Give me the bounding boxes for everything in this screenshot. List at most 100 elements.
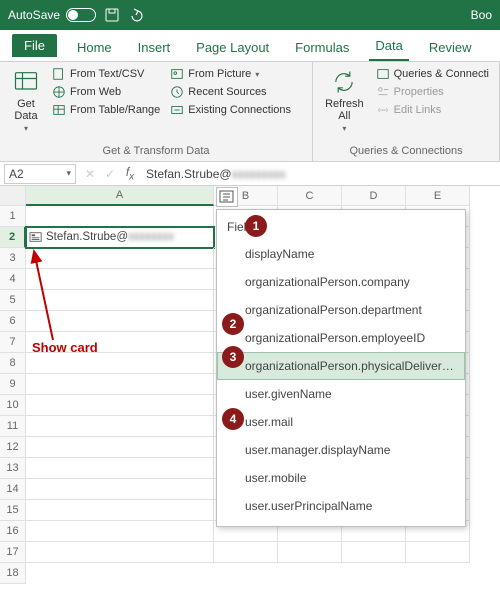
row-header[interactable]: 4 bbox=[0, 269, 26, 290]
insert-data-icon bbox=[219, 190, 235, 204]
autosave-toggle[interactable]: AutoSave bbox=[8, 8, 96, 22]
fx-icon[interactable]: fx bbox=[120, 165, 140, 182]
group-get-transform-label: Get & Transform Data bbox=[8, 143, 304, 157]
tab-insert[interactable]: Insert bbox=[132, 36, 177, 61]
cell[interactable] bbox=[26, 416, 214, 437]
properties-button: Properties bbox=[374, 84, 491, 100]
select-all-corner[interactable] bbox=[0, 186, 26, 206]
row-header[interactable]: 14 bbox=[0, 479, 26, 500]
cell[interactable] bbox=[26, 521, 214, 542]
doc-title-suffix: Boo bbox=[471, 8, 492, 22]
existing-connections-button[interactable]: Existing Connections bbox=[168, 102, 293, 118]
from-web-button[interactable]: From Web bbox=[50, 84, 162, 100]
row-header[interactable]: 18 bbox=[0, 563, 26, 584]
queries-connections-button[interactable]: Queries & Connecti bbox=[374, 66, 491, 82]
cell[interactable] bbox=[278, 542, 342, 563]
row-header[interactable]: 11 bbox=[0, 416, 26, 437]
tab-home[interactable]: Home bbox=[71, 36, 118, 61]
row-header[interactable]: 5 bbox=[0, 290, 26, 311]
dropdown-item[interactable]: displayName bbox=[217, 240, 465, 268]
toggle-off-icon bbox=[66, 8, 96, 22]
cell[interactable] bbox=[26, 395, 214, 416]
edit-links-button: Edit Links bbox=[374, 102, 491, 118]
get-data-label: Get Data bbox=[14, 98, 37, 122]
name-box[interactable]: A2 ▾ bbox=[4, 164, 76, 184]
save-icon[interactable] bbox=[104, 7, 120, 23]
dropdown-header: Field bbox=[217, 216, 465, 240]
row-header[interactable]: 8 bbox=[0, 353, 26, 374]
tab-formulas[interactable]: Formulas bbox=[289, 36, 355, 61]
dropdown-item[interactable]: organizationalPerson.employeeID bbox=[217, 324, 465, 352]
col-header[interactable]: E bbox=[406, 186, 470, 206]
formula-input[interactable]: Stefan.Strube@xxxxxxxxx bbox=[140, 167, 500, 181]
dropdown-item[interactable]: user.mail bbox=[217, 408, 465, 436]
cell[interactable] bbox=[342, 542, 406, 563]
tab-review[interactable]: Review bbox=[423, 36, 478, 61]
formula-bar: A2 ▾ ✕ ✓ fx Stefan.Strube@xxxxxxxxx bbox=[0, 162, 500, 186]
col-header[interactable]: A bbox=[26, 186, 214, 206]
row-header[interactable]: 15 bbox=[0, 500, 26, 521]
refresh-all-label: Refresh All bbox=[325, 98, 364, 122]
col-header[interactable]: D bbox=[342, 186, 406, 206]
data-card-icon bbox=[29, 231, 43, 243]
from-table-range-button[interactable]: From Table/Range bbox=[50, 102, 162, 118]
cell[interactable] bbox=[26, 311, 214, 332]
ribbon: Get Data ▾ From Text/CSV From Web From T… bbox=[0, 62, 500, 162]
ribbon-tabs: File Home Insert Page Layout Formulas Da… bbox=[0, 30, 500, 62]
row-header[interactable]: 6 bbox=[0, 311, 26, 332]
cell[interactable] bbox=[26, 542, 214, 563]
autosave-label: AutoSave bbox=[8, 8, 60, 22]
title-bar: AutoSave Boo bbox=[0, 0, 500, 30]
worksheet: 1 2 3 4 5 6 7 8 9 10 11 12 13 14 15 16 1… bbox=[0, 186, 500, 584]
cell[interactable] bbox=[26, 500, 214, 521]
tab-page-layout[interactable]: Page Layout bbox=[190, 36, 275, 61]
row-header[interactable]: 3 bbox=[0, 248, 26, 269]
cell[interactable] bbox=[26, 290, 214, 311]
tab-data[interactable]: Data bbox=[369, 34, 408, 61]
dropdown-item[interactable]: user.givenName bbox=[217, 380, 465, 408]
row-header[interactable]: 17 bbox=[0, 542, 26, 563]
cell[interactable] bbox=[26, 437, 214, 458]
undo-icon[interactable] bbox=[128, 7, 144, 23]
cell[interactable] bbox=[26, 332, 214, 353]
recent-sources-button[interactable]: Recent Sources bbox=[168, 84, 293, 100]
refresh-all-button[interactable]: Refresh All ▾ bbox=[321, 66, 368, 135]
enter-formula-icon: ✓ bbox=[100, 167, 120, 181]
cell[interactable] bbox=[26, 206, 214, 227]
from-text-csv-button[interactable]: From Text/CSV bbox=[50, 66, 162, 82]
cell[interactable] bbox=[26, 458, 214, 479]
row-header[interactable]: 7 bbox=[0, 332, 26, 353]
row-header[interactable]: 12 bbox=[0, 437, 26, 458]
dropdown-item[interactable]: organizationalPerson.company bbox=[217, 268, 465, 296]
cell[interactable] bbox=[26, 374, 214, 395]
cell[interactable] bbox=[26, 248, 214, 269]
cell-a2[interactable]: Stefan.Strube@xxxxxxxx bbox=[26, 227, 214, 248]
cell[interactable] bbox=[214, 542, 278, 563]
cancel-formula-icon: ✕ bbox=[80, 167, 100, 181]
from-picture-button[interactable]: From Picture ▾ bbox=[168, 66, 293, 82]
dropdown-item[interactable]: user.userPrincipalName bbox=[217, 492, 465, 520]
cell[interactable] bbox=[26, 479, 214, 500]
dropdown-item[interactable]: organizationalPerson.department bbox=[217, 296, 465, 324]
row-header[interactable]: 13 bbox=[0, 458, 26, 479]
group-queries-label: Queries & Connections bbox=[321, 143, 491, 157]
cell[interactable] bbox=[406, 542, 470, 563]
tab-file[interactable]: File bbox=[12, 34, 57, 57]
dropdown-item[interactable]: user.manager.displayName bbox=[217, 436, 465, 464]
field-dropdown: Field displayName organizationalPerson.c… bbox=[216, 209, 466, 527]
row-header[interactable]: 2 bbox=[0, 227, 26, 248]
get-data-button[interactable]: Get Data ▾ bbox=[8, 66, 44, 135]
row-header[interactable]: 10 bbox=[0, 395, 26, 416]
cell[interactable] bbox=[26, 353, 214, 374]
dropdown-item-highlighted[interactable]: organizationalPerson.physicalDeliveryOff… bbox=[217, 352, 465, 380]
row-headers: 1 2 3 4 5 6 7 8 9 10 11 12 13 14 15 16 1… bbox=[0, 186, 26, 584]
cell[interactable] bbox=[26, 269, 214, 290]
row-header[interactable]: 9 bbox=[0, 374, 26, 395]
row-header[interactable]: 16 bbox=[0, 521, 26, 542]
chevron-down-icon: ▾ bbox=[66, 168, 71, 179]
column-headers: A B C D E bbox=[26, 186, 470, 206]
insert-data-button[interactable] bbox=[216, 187, 238, 207]
col-header[interactable]: C bbox=[278, 186, 342, 206]
dropdown-item[interactable]: user.mobile bbox=[217, 464, 465, 492]
row-header[interactable]: 1 bbox=[0, 206, 26, 227]
